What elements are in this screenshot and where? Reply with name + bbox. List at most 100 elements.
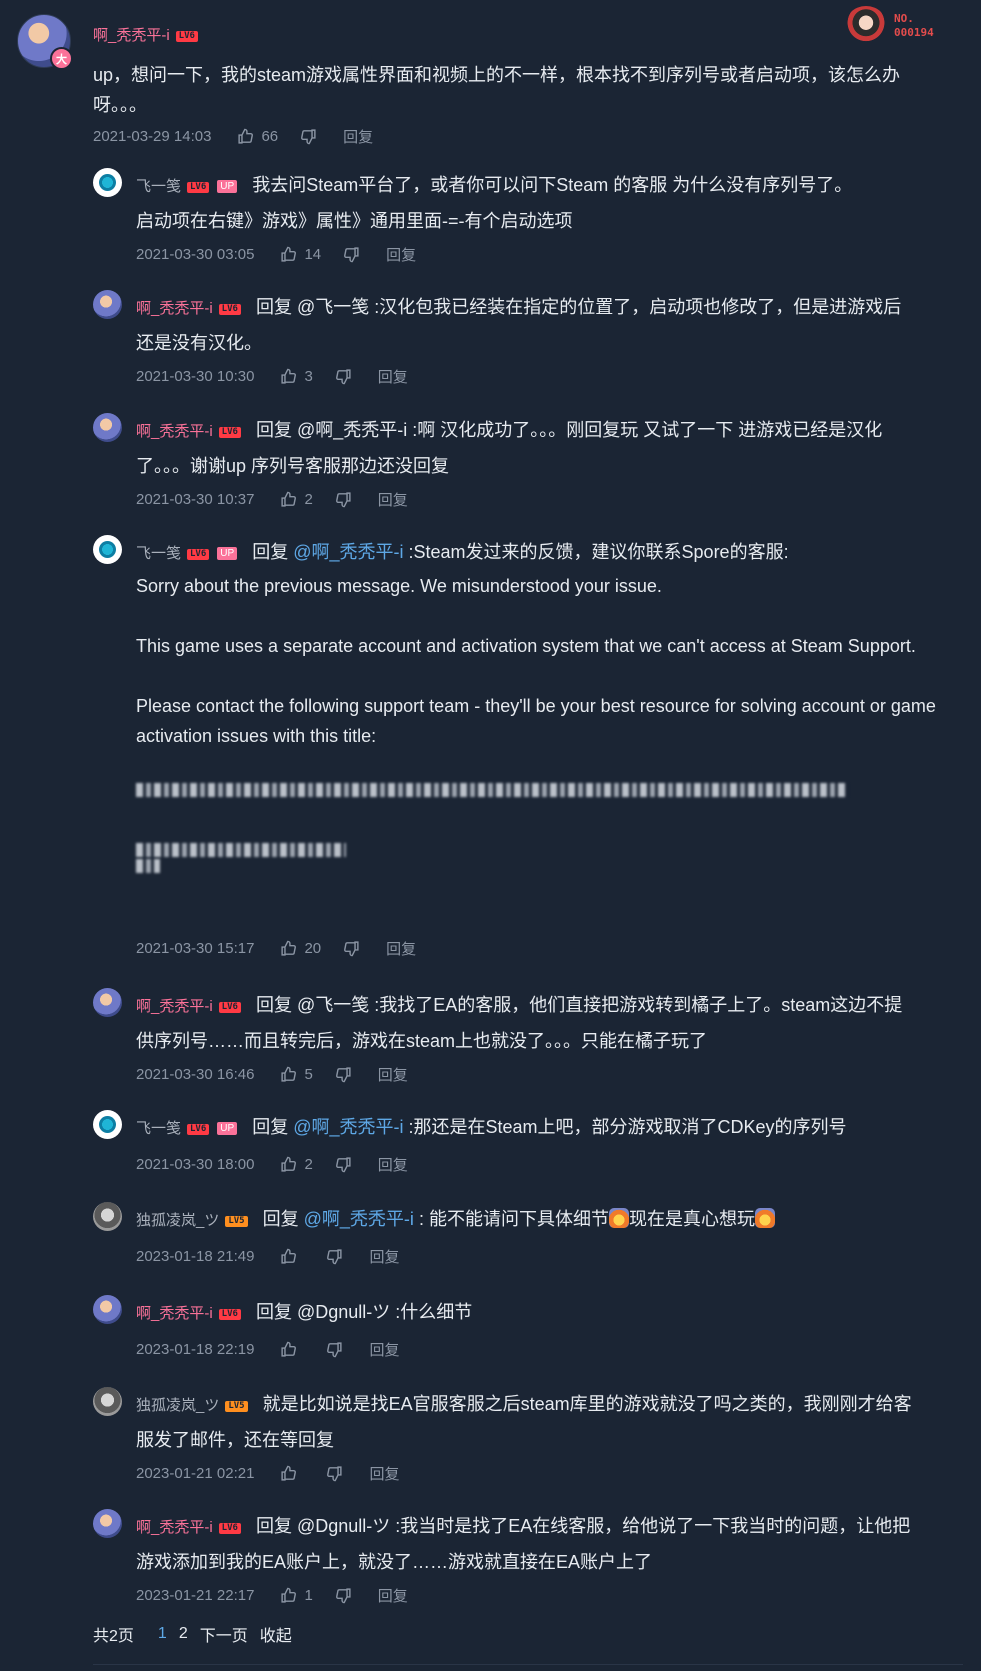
dislike-button[interactable]: [326, 1248, 343, 1265]
like-button[interactable]: 14: [280, 246, 321, 263]
dislike-button[interactable]: [326, 1341, 343, 1358]
timestamp: 2021-03-30 03:05: [136, 246, 255, 263]
collapse-link[interactable]: 收起: [260, 1622, 292, 1646]
username[interactable]: 啊_秃秃平-i: [93, 27, 170, 44]
level-badge: LV6: [218, 1523, 241, 1534]
decoration-character-icon: [844, 6, 888, 50]
reply-text-line2: 还是没有汉化。: [136, 333, 262, 353]
dislike-button[interactable]: [300, 128, 317, 145]
page-total: 共2页: [93, 1628, 134, 1645]
timestamp: 2021-03-30 15:17: [136, 940, 255, 957]
mention[interactable]: @Dgnull-ツ: [297, 1302, 390, 1322]
next-page-link[interactable]: 下一页: [200, 1622, 248, 1646]
dislike-button[interactable]: [335, 1587, 352, 1604]
like-button[interactable]: 3: [280, 368, 313, 385]
timestamp: 2023-01-18 21:49: [136, 1248, 255, 1265]
username[interactable]: 飞一笺: [136, 178, 181, 195]
avatar[interactable]: [93, 168, 122, 197]
mention[interactable]: @飞一笺: [297, 297, 369, 317]
thumbs-down-icon: [327, 1466, 343, 1482]
avatar[interactable]: [93, 290, 122, 319]
username[interactable]: 啊_秃秃平-i: [136, 300, 213, 317]
reply-text: :我找了EA的客服，他们直接把游戏转到橘子上了。steam这边不提: [374, 995, 903, 1015]
page-1-link[interactable]: 1: [158, 1625, 167, 1643]
mention[interactable]: @啊_秃秃平-i: [297, 420, 407, 440]
username[interactable]: 啊_秃秃平-i: [136, 423, 213, 440]
username[interactable]: 啊_秃秃平-i: [136, 998, 213, 1015]
reply-prefix: 回复: [255, 1516, 292, 1536]
thumbs-up-icon: [281, 1066, 297, 1082]
mention[interactable]: @Dgnull-ツ: [297, 1516, 390, 1536]
page-2-link[interactable]: 2: [179, 1625, 188, 1643]
dislike-button[interactable]: [335, 368, 352, 385]
timestamp: 2021-03-30 18:00: [136, 1156, 255, 1173]
reply-button[interactable]: 回复: [369, 1246, 399, 1267]
dislike-button[interactable]: [335, 491, 352, 508]
reply-button[interactable]: 回复: [386, 244, 416, 265]
reply-text-line2: 供序列号……而且转完后，游戏在steam上也就没了。。。只能在橘子玩了: [136, 1031, 708, 1051]
username[interactable]: 飞一笺: [136, 545, 181, 562]
reply-paragraph: Please contact the following support tea…: [136, 696, 936, 746]
reply-prefix: 回复: [255, 420, 292, 440]
reply-item: 啊_秃秃平-i LV6 回复 @啊_秃秃平-i :啊 汉化成功了。。。刚回复玩 又…: [93, 413, 963, 513]
dislike-button[interactable]: [326, 1465, 343, 1482]
like-button[interactable]: 20: [280, 940, 321, 957]
timestamp: 2021-03-30 10:37: [136, 491, 255, 508]
timestamp: 2021-03-30 16:46: [136, 1066, 255, 1083]
reply-button[interactable]: 回复: [378, 1064, 408, 1085]
reply-button[interactable]: 回复: [386, 938, 416, 959]
reply-text: 我去问Steam平台了，或者你可以问下Steam 的客服 为什么没有序列号了。: [252, 175, 853, 195]
thumbs-down-icon: [344, 247, 359, 263]
avatar[interactable]: [93, 1202, 122, 1231]
like-button[interactable]: 2: [280, 491, 313, 508]
decoration-number-label: NO.: [894, 12, 914, 25]
like-button[interactable]: 66: [237, 128, 278, 145]
username[interactable]: 啊_秃秃平-i: [136, 1519, 213, 1536]
like-button[interactable]: 2: [280, 1156, 313, 1173]
dislike-button[interactable]: [335, 1156, 352, 1173]
like-button[interactable]: [280, 1465, 304, 1482]
timestamp: 2021-03-30 10:30: [136, 368, 255, 385]
reply-button[interactable]: 回复: [378, 1154, 408, 1175]
like-button[interactable]: [280, 1248, 304, 1265]
reply-text: : 能不能请问下具体细节: [418, 1209, 609, 1229]
like-button[interactable]: 1: [280, 1587, 313, 1604]
reply-text: :汉化包我已经装在指定的位置了，启动项也修改了，但是进游戏后: [374, 297, 902, 317]
reply-button[interactable]: 回复: [378, 366, 408, 387]
dislike-button[interactable]: [343, 940, 360, 957]
reply-prefix: 回复: [255, 297, 292, 317]
avatar[interactable]: [93, 1387, 122, 1416]
like-button[interactable]: [280, 1341, 304, 1358]
avatar[interactable]: [93, 413, 122, 442]
reply-button[interactable]: 回复: [343, 126, 373, 147]
level-badge: LV6: [187, 549, 210, 560]
reply-text: 就是比如说是找EA官服客服之后steam库里的游戏就没了吗之类的，我刚刚才给客: [262, 1394, 912, 1414]
username[interactable]: 独孤凌岚_ツ: [136, 1397, 219, 1414]
reply-button[interactable]: 回复: [369, 1463, 399, 1484]
username[interactable]: 独孤凌岚_ツ: [136, 1212, 219, 1229]
mention[interactable]: @啊_秃秃平-i: [293, 1117, 403, 1137]
avatar[interactable]: [93, 1509, 122, 1538]
level-badge: LV5: [225, 1401, 248, 1412]
timestamp: 2021-03-29 14:03: [93, 128, 212, 145]
username[interactable]: 啊_秃秃平-i: [136, 1305, 213, 1322]
avatar[interactable]: [93, 1295, 122, 1324]
avatar[interactable]: [93, 988, 122, 1017]
comment-thread: 大 啊_秃秃平-i LV6 NO. 000194 up，想问一下，我的steam游…: [0, 0, 981, 1671]
reply-prefix: 回复: [262, 1209, 299, 1229]
dislike-button[interactable]: [343, 246, 360, 263]
mention[interactable]: @啊_秃秃平-i: [293, 542, 403, 562]
reply-button[interactable]: 回复: [378, 489, 408, 510]
reply-button[interactable]: 回复: [378, 1585, 408, 1606]
avatar[interactable]: [93, 1110, 122, 1139]
username[interactable]: 飞一笺: [136, 1120, 181, 1137]
mention[interactable]: @啊_秃秃平-i: [304, 1209, 414, 1229]
avatar[interactable]: [93, 535, 122, 564]
like-count: 14: [304, 246, 322, 263]
reply-button[interactable]: 回复: [369, 1339, 399, 1360]
dislike-button[interactable]: [335, 1066, 352, 1083]
like-count: 20: [304, 940, 322, 957]
mention[interactable]: @飞一笺: [297, 995, 369, 1015]
reply-paragraph: Sorry about the previous message. We mis…: [136, 576, 662, 596]
like-button[interactable]: 5: [280, 1066, 313, 1083]
